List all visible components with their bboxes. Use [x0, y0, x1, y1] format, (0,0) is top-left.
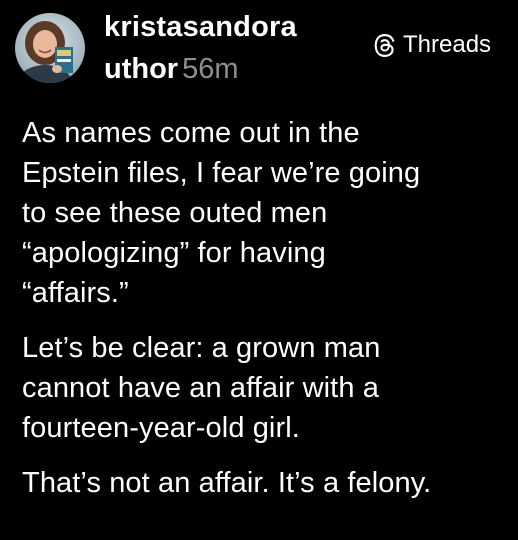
brand-label: Threads	[403, 31, 492, 58]
paragraph: That’s not an affair. It’s a felony.	[22, 463, 502, 503]
text-line: Epstein files, I fear we’re going	[22, 157, 421, 189]
text-line: to see these outed men	[22, 197, 328, 229]
text-line: As names come out in the	[22, 117, 360, 149]
threads-brand: Threads	[372, 30, 491, 60]
username[interactable]: kristasandora	[104, 8, 297, 46]
text-line: That’s not an affair. It’s a felony.	[22, 467, 432, 499]
text-line: “apologizing” for having	[22, 237, 326, 269]
threads-post: kristasandora uthor 56m Threads As names …	[0, 0, 518, 540]
text-line: Let’s be clear: a grown man	[22, 332, 381, 364]
avatar[interactable]	[15, 13, 85, 83]
paragraph: As names come out in the Epstein files, …	[22, 113, 502, 313]
post-body: As names come out in the Epstein files, …	[22, 113, 502, 518]
handle-fragment[interactable]: uthor	[104, 53, 178, 85]
post-meta: uthor 56m	[104, 50, 239, 88]
threads-logo-icon	[374, 33, 395, 57]
text-line: cannot have an affair with a	[22, 372, 379, 404]
post-timestamp: 56m	[182, 53, 239, 85]
text-line: fourteen-year-old girl.	[22, 412, 300, 444]
text-line: “affairs.”	[22, 277, 129, 309]
paragraph: Let’s be clear: a grown man cannot have …	[22, 328, 502, 448]
